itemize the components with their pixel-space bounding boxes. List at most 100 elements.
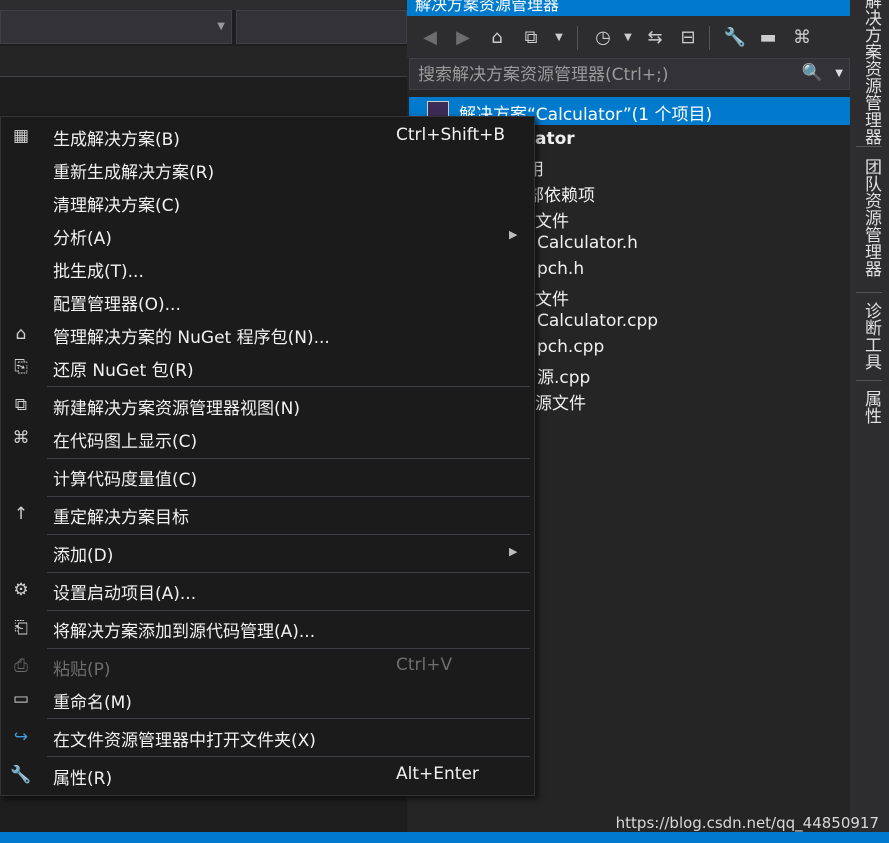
- pending-changes-filter-icon[interactable]: ◷: [590, 22, 616, 52]
- code-map-icon: ⌘: [12, 428, 30, 448]
- new-view-icon: ⧉: [14, 395, 28, 415]
- menu-item-show-on-code-map[interactable]: ⌘ 在代码图上显示(C): [1, 422, 534, 454]
- editor-top-strip: [0, 0, 407, 10]
- rename-icon: ▭: [12, 689, 30, 709]
- code-map-icon[interactable]: ⌘: [789, 22, 815, 52]
- tree-item[interactable]: 源文件: [535, 389, 586, 414]
- menu-item-new-explorer-view[interactable]: ⧉ 新建解决方案资源管理器视图(N): [1, 389, 534, 421]
- menu-item-label: 生成解决方案(B): [53, 130, 180, 150]
- menu-item-properties[interactable]: 🔧 属性(R) Alt+Enter: [1, 759, 534, 791]
- tree-item[interactable]: 源.cpp: [537, 363, 590, 388]
- tree-item[interactable]: pch.cpp: [537, 337, 604, 357]
- tree-item[interactable]: Calculator.h: [537, 233, 638, 253]
- properties-wrench-icon[interactable]: 🔧: [722, 22, 748, 52]
- wrench-icon: 🔧: [10, 765, 32, 785]
- menu-item-analyze[interactable]: 分析(A) ▶: [1, 219, 534, 251]
- preview-icon[interactable]: ▬: [755, 22, 781, 52]
- tree-item[interactable]: 文件: [535, 285, 569, 310]
- menu-item-add-to-source-control[interactable]: ⎗ 将解决方案添加到源代码管理(A)...: [1, 612, 534, 644]
- menu-separator: [47, 496, 530, 497]
- submenu-arrow-icon: ▶: [509, 228, 518, 241]
- tab-team-explorer[interactable]: 团队资源管理器: [854, 158, 884, 277]
- solution-explorer-titlebar: 解决方案资源管理器 ▾ ✕: [407, 0, 850, 16]
- tab-separator: [856, 146, 882, 147]
- menu-item-rebuild-solution[interactable]: 重新生成解决方案(R): [1, 153, 534, 185]
- menu-item-label: 重命名(M): [53, 693, 132, 713]
- chevron-down-icon: ▼: [217, 21, 225, 32]
- menu-item-label: 配置管理器(O)...: [53, 295, 181, 315]
- menu-item-shortcut: Alt+Enter: [396, 764, 479, 784]
- menu-separator: [47, 756, 530, 757]
- context-menu: ▦ 生成解决方案(B) Ctrl+Shift+B 重新生成解决方案(R) 清理解…: [0, 116, 535, 796]
- forward-arrow-icon[interactable]: ▶: [450, 22, 476, 52]
- menu-item-configuration-manager[interactable]: 配置管理器(O)...: [1, 285, 534, 317]
- menu-item-label: 新建解决方案资源管理器视图(N): [53, 399, 300, 419]
- gear-icon: ⚙: [13, 580, 29, 600]
- paste-icon: ⎙: [14, 656, 28, 676]
- menu-item-rename[interactable]: ▭ 重命名(M): [1, 683, 534, 715]
- tree-item[interactable]: ator: [535, 129, 575, 149]
- menu-separator: [47, 572, 530, 573]
- dropdown-icon[interactable]: ▼: [615, 22, 641, 52]
- menu-item-batch-build[interactable]: 批生成(T)...: [1, 252, 534, 284]
- toolbar-separator: [577, 26, 578, 50]
- tree-item[interactable]: 部依赖项: [527, 181, 595, 206]
- restore-icon: ⎘: [14, 357, 28, 377]
- build-icon: ▦: [12, 126, 30, 146]
- menu-separator: [47, 718, 530, 719]
- menu-item-label: 粘贴(P): [53, 660, 111, 680]
- menu-item-clean-solution[interactable]: 清理解决方案(C): [1, 186, 534, 218]
- back-arrow-icon[interactable]: ◀: [417, 22, 443, 52]
- menu-item-label: 添加(D): [53, 546, 114, 566]
- watermark: https://blog.csdn.net/qq_44850917: [615, 814, 879, 832]
- side-tab-strip: 解决方案资源管理器 团队资源管理器 诊断工具 属性: [850, 0, 889, 843]
- tab-solution-explorer[interactable]: 解决方案资源管理器: [854, 0, 884, 145]
- editor-member-combo[interactable]: [236, 10, 407, 44]
- home-icon[interactable]: ⌂: [484, 22, 510, 52]
- menu-item-set-startup-projects[interactable]: ⚙ 设置启动项目(A)...: [1, 574, 534, 606]
- switch-views-icon[interactable]: ⧉: [518, 22, 544, 52]
- menu-item-label: 批生成(T)...: [53, 262, 144, 282]
- chevron-down-icon[interactable]: ▼: [835, 68, 843, 79]
- solution-explorer-search[interactable]: 🔍 ▼: [409, 58, 850, 90]
- add-to-source-control-icon: ⎗: [14, 618, 28, 638]
- nuget-package-icon: ⌂: [15, 324, 27, 344]
- menu-separator: [47, 534, 530, 535]
- tree-item[interactable]: pch.h: [537, 259, 584, 279]
- menu-item-label: 计算代码度量值(C): [53, 470, 198, 490]
- tab-separator: [856, 292, 882, 293]
- toolbar-separator: [709, 26, 710, 50]
- solution-explorer-toolbar: ◀ ▶ ⌂ ⧉ ▼ ◷ ▼ ⇆ ⊟ 🔧 ▬ ⌘: [407, 16, 850, 58]
- menu-item-label: 设置启动项目(A)...: [53, 584, 197, 604]
- editor-scope-combo[interactable]: ▼: [0, 10, 232, 44]
- menu-item-label: 清理解决方案(C): [53, 196, 181, 216]
- menu-item-add[interactable]: 添加(D) ▶: [1, 536, 534, 568]
- menu-item-shortcut: Ctrl+V: [396, 655, 453, 675]
- tab-diagnostic-tools[interactable]: 诊断工具: [854, 302, 884, 370]
- menu-item-label: 重新生成解决方案(R): [53, 163, 215, 183]
- menu-item-code-metrics[interactable]: 计算代码度量值(C): [1, 460, 534, 492]
- collapse-all-icon[interactable]: ⊟: [675, 22, 701, 52]
- menu-item-restore-nuget[interactable]: ⎘ 还原 NuGet 包(R): [1, 351, 534, 383]
- dropdown-icon[interactable]: ▼: [546, 22, 572, 52]
- menu-item-open-in-file-explorer[interactable]: ↪ 在文件资源管理器中打开文件夹(X): [1, 721, 534, 753]
- status-bar: [0, 832, 889, 843]
- menu-item-manage-nuget[interactable]: ⌂ 管理解决方案的 NuGet 程序包(N)...: [1, 318, 534, 350]
- menu-item-retarget-solution[interactable]: ↑ 重定解决方案目标: [1, 498, 534, 530]
- tree-item[interactable]: Calculator.cpp: [537, 311, 658, 331]
- tree-item[interactable]: 文件: [535, 207, 569, 232]
- menu-item-label: 分析(A): [53, 229, 112, 249]
- menu-item-label: 在文件资源管理器中打开文件夹(X): [53, 731, 316, 751]
- tab-separator: [856, 380, 882, 381]
- menu-item-label: 将解决方案添加到源代码管理(A)...: [53, 622, 316, 642]
- window-controls[interactable]: ▾ ✕: [415, 0, 842, 7]
- search-icon[interactable]: 🔍: [802, 63, 823, 83]
- menu-separator: [47, 610, 530, 611]
- search-input[interactable]: [416, 63, 800, 87]
- menu-item-build-solution[interactable]: ▦ 生成解决方案(B) Ctrl+Shift+B: [1, 120, 534, 152]
- tab-properties[interactable]: 属性: [854, 390, 884, 424]
- submenu-arrow-icon: ▶: [509, 545, 518, 558]
- open-folder-arrow-icon: ↪: [13, 727, 29, 747]
- menu-item-paste: ⎙ 粘贴(P) Ctrl+V: [1, 650, 534, 682]
- sync-icon[interactable]: ⇆: [642, 22, 668, 52]
